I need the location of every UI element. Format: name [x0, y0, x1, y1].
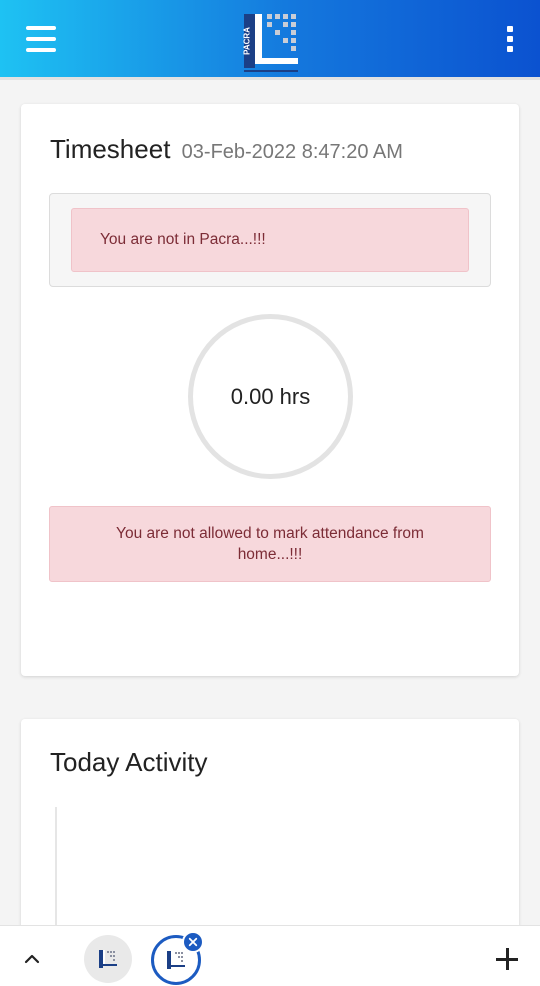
- location-alert-container: You are not in Pacra...!!!: [49, 193, 491, 287]
- more-vertical-icon[interactable]: [500, 24, 520, 54]
- hamburger-menu-icon[interactable]: [26, 26, 56, 52]
- bottom-bar: [0, 925, 540, 986]
- app-header: PACRA: [0, 0, 540, 80]
- timesheet-card: Timesheet 03-Feb-2022 8:47:20 AM You are…: [21, 104, 519, 676]
- app-tab-pacra[interactable]: [84, 935, 132, 983]
- timesheet-heading: Timesheet 03-Feb-2022 8:47:20 AM: [50, 134, 403, 165]
- activity-title: Today Activity: [50, 747, 208, 777]
- timesheet-title: Timesheet: [50, 134, 171, 164]
- plus-icon[interactable]: [496, 948, 518, 970]
- timesheet-timestamp: 03-Feb-2022 8:47:20 AM: [181, 141, 403, 163]
- pacra-app-icon: [167, 951, 185, 969]
- home-attendance-alert: You are not allowed to mark attendance f…: [49, 506, 491, 582]
- location-alert: You are not in Pacra...!!!: [71, 208, 469, 272]
- close-icon[interactable]: [182, 931, 204, 953]
- svg-text:PACRA: PACRA: [243, 27, 252, 55]
- pacra-app-icon: [99, 950, 117, 968]
- hours-counter: 0.00 hrs: [188, 314, 353, 479]
- chevron-up-icon[interactable]: [24, 951, 40, 967]
- pacra-logo: PACRA: [243, 14, 298, 72]
